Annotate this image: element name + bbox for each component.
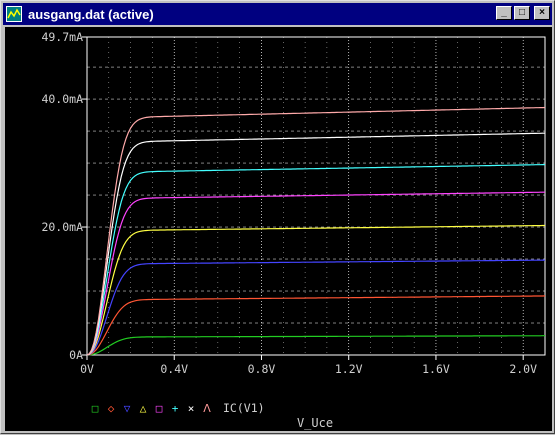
x-tick-label: 0.4V [160,362,188,376]
x-tick-label: 2.0V [509,362,537,376]
curves [86,106,546,356]
legend-label[interactable]: IC(V1) [223,401,265,415]
y-tick-label: 49.7mA [41,30,83,44]
x-tick-labels: 0V 0.4V 0.8V 1.2V 1.6V 2.0V [80,362,537,376]
legend-marker-5[interactable]: □ [156,402,163,415]
chart[interactable]: 0A 20.0mA 40.0mA 49.7mA 0V 0.4V 0.8V 1.2V 1.6V 2… [5,27,552,431]
title-bar[interactable]: ausgang.dat (active) _ □ × [3,3,552,25]
series-line-5[interactable] [86,191,545,356]
series-line-3[interactable] [86,259,545,356]
y-tick-label: 40.0mA [41,92,83,106]
probe-window: ausgang.dat (active) _ □ × 0A 20.0mA 40.0m… [0,0,555,434]
maximize-icon: □ [518,7,526,18]
legend: □ ◇ ▽ △ □ + × ᐱ IC(V1) [92,401,265,415]
x-tick-label: 1.6V [422,362,450,376]
x-axis-label: V_Uce [297,416,333,430]
legend-marker-4[interactable]: △ [140,402,147,415]
y-tick-label: 20.0mA [41,220,83,234]
legend-marker-7[interactable]: × [188,402,195,415]
minimize-button[interactable]: _ [496,6,512,20]
close-icon: × [539,7,545,18]
legend-marker-2[interactable]: ◇ [108,402,115,415]
maximize-button[interactable]: □ [514,6,530,20]
probe-app-icon[interactable] [6,6,22,22]
legend-marker-6[interactable]: + [172,402,179,415]
plot-area: 0A 20.0mA 40.0mA 49.7mA 0V 0.4V 0.8V 1.2V 1.6V 2… [5,27,552,431]
series-line-8[interactable] [86,106,546,356]
window-controls: _ □ × [496,6,550,20]
y-tick-label: 0A [69,348,83,362]
series-line-7[interactable] [86,132,545,356]
legend-marker-1[interactable]: □ [92,402,99,415]
x-tick-label: 0.8V [248,362,276,376]
legend-marker-3[interactable]: ▽ [124,402,131,415]
y-tick-labels: 0A 20.0mA 40.0mA 49.7mA [41,30,83,362]
minimize-icon: _ [501,7,507,18]
window-title: ausgang.dat (active) [28,6,154,22]
series-line-2[interactable] [86,295,546,356]
x-tick-label: 1.2V [335,362,363,376]
x-tick-label: 0V [80,362,94,376]
legend-marker-8[interactable]: ᐱ [203,402,211,415]
series-line-1[interactable] [86,335,545,356]
close-button[interactable]: × [534,6,550,20]
